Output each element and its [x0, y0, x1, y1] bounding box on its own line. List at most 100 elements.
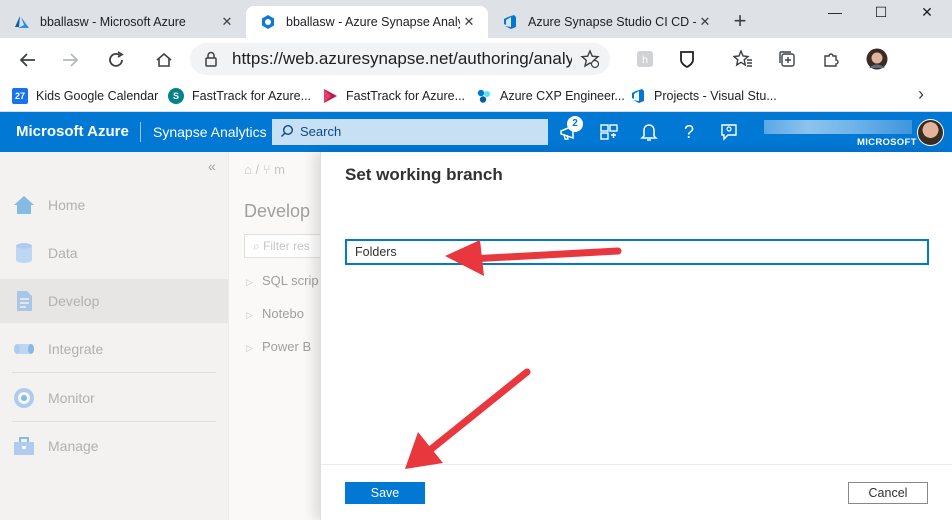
tab-close-icon[interactable]: ✕	[218, 14, 236, 30]
profile-avatar[interactable]	[866, 48, 888, 70]
nav-divider	[12, 372, 216, 373]
nav-item-home[interactable]: Home	[0, 183, 228, 227]
extensions-puzzle-icon[interactable]	[820, 48, 842, 70]
tab-label: Azure Synapse Studio CI CD - Re	[528, 15, 696, 29]
bookmark-projects-vs[interactable]: Projects - Visual Stu...	[630, 86, 777, 106]
tree-label: Notebo	[262, 306, 304, 321]
back-arrow-icon	[19, 53, 35, 67]
bookmark-label: Azure CXP Engineer...	[500, 89, 625, 103]
minimize-button[interactable]: —	[812, 4, 858, 26]
product-name[interactable]: Synapse Analytics	[153, 124, 267, 140]
search-placeholder: Search	[300, 124, 342, 139]
bell-icon[interactable]	[638, 121, 660, 143]
home-browser-button[interactable]	[150, 46, 178, 74]
account-avatar[interactable]	[917, 119, 944, 146]
forward-button[interactable]	[56, 46, 84, 74]
refresh-button[interactable]	[102, 46, 130, 74]
expand-caret-icon[interactable]: ▷	[246, 343, 262, 354]
tree-label: SQL scrip	[262, 273, 319, 288]
account-name-redacted[interactable]	[764, 120, 912, 134]
collapse-nav-icon[interactable]: «	[208, 158, 216, 174]
toolbox-icon	[12, 434, 36, 458]
url-text[interactable]: https://web.azuresynapse.net/authoring/a…	[232, 49, 572, 69]
nav-label: Monitor	[48, 390, 95, 406]
azure-header: Microsoft Azure Synapse Analytics Search…	[0, 112, 952, 152]
bookmark-label: Projects - Visual Stu...	[654, 89, 777, 103]
feedback-icon[interactable]	[718, 121, 740, 143]
cancel-button[interactable]: Cancel	[848, 482, 928, 504]
nav-label: Develop	[48, 293, 100, 309]
bookmark-fasttrack-2[interactable]: FastTrack for Azure...	[322, 86, 465, 106]
save-button[interactable]: Save	[345, 482, 425, 504]
bookmarks-overflow-chevron-icon[interactable]: ›	[918, 84, 924, 105]
bookmarks-bar: 27 Kids Google Calendar S FastTrack for …	[0, 80, 952, 112]
global-search-input[interactable]: Search	[272, 119, 548, 145]
filter-placeholder: Filter res	[263, 239, 310, 253]
dialog-footer-divider	[321, 464, 952, 465]
expand-caret-icon[interactable]: ▷	[246, 277, 262, 288]
database-icon	[12, 241, 36, 265]
add-favorite-icon[interactable]	[580, 49, 600, 72]
nav-label: Integrate	[48, 341, 104, 357]
maximize-button[interactable]: ☐	[858, 4, 904, 26]
nav-item-data[interactable]: Data	[0, 231, 228, 275]
refresh-icon	[109, 51, 124, 67]
browser-toolbar: https://web.azuresynapse.net/authoring/a…	[0, 38, 952, 80]
header-divider	[140, 122, 141, 142]
sharepoint-icon: S	[168, 88, 184, 104]
develop-icon	[12, 289, 36, 313]
tree-item-power-bi[interactable]: ▷ Power B	[246, 339, 320, 354]
favorites-icon[interactable]	[732, 48, 754, 70]
cxp-icon	[476, 88, 492, 104]
branch-name-input[interactable]	[345, 239, 929, 265]
tenant-name: MICROSOFT	[857, 137, 917, 148]
pipeline-icon	[12, 337, 36, 361]
lock-icon	[204, 51, 218, 70]
extension-icon[interactable]: h	[634, 48, 656, 70]
home-outline-icon	[156, 52, 172, 67]
bookmark-label: Kids Google Calendar	[36, 89, 159, 103]
synapse-icon	[260, 14, 276, 30]
monitor-icon	[12, 386, 36, 410]
back-button[interactable]	[14, 46, 42, 74]
collections-icon[interactable]	[776, 48, 798, 70]
stream-icon	[322, 88, 338, 104]
tab-close-icon[interactable]: ✕	[460, 14, 478, 30]
browser-tab-azure-portal[interactable]: bballasw - Microsoft Azure ✕	[0, 6, 246, 38]
nav-item-manage[interactable]: Manage	[0, 424, 228, 468]
help-icon[interactable]: ?	[678, 121, 700, 143]
nav-item-integrate[interactable]: Integrate	[0, 327, 228, 371]
nav-label: Home	[48, 197, 86, 213]
shield-extension-icon[interactable]	[676, 48, 698, 70]
azure-devops-icon	[502, 14, 518, 30]
tree-item-sql-scripts[interactable]: ▷ SQL scrip	[246, 273, 320, 288]
address-bar[interactable]: https://web.azuresynapse.net/authoring/a…	[190, 43, 610, 75]
browser-tab-synapse[interactable]: bballasw - Azure Synapse Analyti ✕	[246, 6, 488, 38]
close-window-button[interactable]: ✕	[904, 4, 950, 26]
switch-workspace-icon[interactable]	[598, 121, 620, 143]
dialog-title: Set working branch	[345, 165, 503, 184]
new-tab-button[interactable]: +	[728, 10, 752, 34]
bookmark-kids-calendar[interactable]: 27 Kids Google Calendar	[12, 86, 158, 106]
browser-tab-strip: bballasw - Microsoft Azure ✕ bballasw - …	[0, 0, 952, 38]
forward-arrow-icon	[63, 53, 79, 67]
svg-text:h: h	[642, 55, 648, 66]
bookmark-label: FastTrack for Azure...	[192, 89, 312, 103]
notification-count-badge: 2	[567, 116, 583, 132]
brand-title[interactable]: Microsoft Azure	[16, 123, 129, 140]
tab-close-icon[interactable]: ✕	[696, 14, 714, 30]
nav-item-develop[interactable]: Develop	[0, 279, 228, 323]
browser-tab-devops[interactable]: Azure Synapse Studio CI CD - Re ✕	[488, 6, 724, 38]
nav-item-monitor[interactable]: Monitor	[0, 376, 228, 420]
set-working-branch-dialog: Set working branch Save Cancel	[320, 152, 952, 520]
bookmark-cxp-engineering[interactable]: Azure CXP Engineer...	[476, 86, 625, 106]
bookmark-label: FastTrack for Azure...	[346, 89, 466, 103]
tree-item-notebooks[interactable]: ▷ Notebo	[246, 306, 320, 321]
tab-label: bballasw - Azure Synapse Analyti	[286, 15, 460, 29]
nav-label: Manage	[48, 438, 99, 454]
bookmark-fasttrack-1[interactable]: S FastTrack for Azure...	[168, 86, 311, 106]
expand-caret-icon[interactable]: ▷	[246, 310, 262, 321]
nav-label: Data	[48, 245, 78, 261]
calendar-icon: 27	[12, 88, 28, 104]
search-icon	[280, 124, 294, 141]
